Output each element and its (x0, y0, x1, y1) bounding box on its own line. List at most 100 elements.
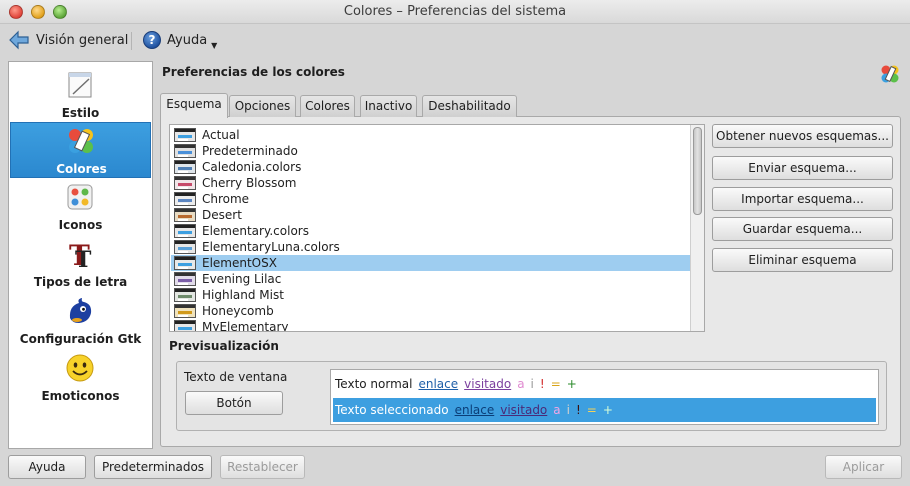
swatch-titlebar (175, 161, 195, 164)
tab-disabled[interactable]: Deshabilitado (422, 95, 517, 117)
scheme-name: Elementary.colors (202, 224, 309, 238)
scheme-name: Actual (202, 128, 240, 142)
list-item[interactable]: Chrome (171, 191, 692, 207)
swatch-titlebar (175, 273, 195, 276)
list-item[interactable]: Caledonia.colors (171, 159, 692, 175)
reset-button[interactable]: Restablecer (220, 455, 305, 479)
get-new-schemes-button[interactable]: Obtener nuevos esquemas... (712, 124, 893, 148)
icons-icon (67, 184, 93, 210)
preview-heading: Previsualización (169, 339, 279, 353)
sidebar-item-style[interactable]: Estilo (10, 67, 151, 123)
tab-colors[interactable]: Colores (300, 95, 355, 117)
scheme-list[interactable]: Actual Predeterminado Caledonia.colors C… (169, 124, 705, 332)
swatch-selection (178, 295, 192, 298)
window-text-sample: Texto de ventana (184, 370, 288, 384)
list-item[interactable]: Cherry Blossom (171, 175, 692, 191)
sidebar-item-icons[interactable]: Iconos (10, 179, 151, 235)
list-item[interactable]: Predeterminado (171, 143, 692, 159)
list-item[interactable]: ElementaryLuna.colors (171, 239, 692, 255)
scheme-name: Desert (202, 208, 242, 222)
swatch-selection (178, 311, 192, 314)
scheme-name: Evening Lilac (202, 272, 282, 286)
swatch-titlebar (175, 209, 195, 212)
swatch-titlebar (175, 305, 195, 308)
scheme-preview-swatch (174, 320, 196, 331)
scrollbar-thumb[interactable] (693, 127, 702, 215)
help-icon: ? (143, 31, 161, 49)
list-item[interactable]: Evening Lilac (171, 271, 692, 287)
scheme-list-scrollbar[interactable] (690, 125, 704, 331)
swatch-text (178, 171, 188, 173)
selected-marker-plus: + (602, 403, 613, 417)
list-item[interactable]: Elementary.colors (171, 223, 692, 239)
swatch-selection (178, 215, 192, 218)
swatch-selection (178, 151, 192, 154)
swatch-text (178, 219, 188, 221)
selected-text-sample: Texto seleccionado (335, 403, 449, 417)
preview-sample-button[interactable]: Botón (185, 391, 283, 415)
help-button[interactable]: Ayuda (8, 455, 86, 479)
sidebar-item-colors[interactable]: Colores (10, 122, 151, 178)
scheme-preview-swatch (174, 224, 196, 238)
defaults-button[interactable]: Predeterminados (94, 455, 212, 479)
sidebar-item-gtk[interactable]: Configuración Gtk (10, 293, 151, 349)
marker-a: a (517, 377, 525, 391)
apply-button[interactable]: Aplicar (825, 455, 902, 479)
swatch-titlebar (175, 257, 195, 260)
list-item[interactable]: Actual (171, 127, 692, 143)
swatch-titlebar (175, 321, 195, 324)
tab-scheme[interactable]: Esquema (160, 93, 228, 118)
list-item[interactable]: Highland Mist (171, 287, 692, 303)
sidebar-item-label: Configuración Gtk (19, 332, 142, 346)
swatch-selection (178, 263, 192, 266)
swatch-selection (178, 167, 192, 170)
sidebar-item-label: Emoticonos (41, 389, 120, 403)
import-scheme-button[interactable]: Importar esquema... (712, 187, 893, 211)
scheme-preview-swatch (174, 288, 196, 302)
list-item[interactable]: Honeycomb (171, 303, 692, 319)
scheme-preview-swatch (174, 208, 196, 222)
swatch-text (178, 203, 188, 205)
scheme-name: Cherry Blossom (202, 176, 297, 190)
help-label: Ayuda (167, 32, 208, 48)
scheme-name: ElementOSX (202, 256, 277, 270)
sidebar-item-emoticons[interactable]: Emoticonos (10, 350, 151, 406)
swatch-selection (178, 279, 192, 282)
swatch-titlebar (175, 129, 195, 132)
overview-label: Visión general (36, 32, 129, 48)
selected-marker-equals: = (586, 403, 597, 417)
swatch-selection (178, 183, 192, 186)
sidebar-item-fonts[interactable]: T T Tipos de letra (10, 236, 151, 292)
smiley-icon (66, 354, 94, 382)
overview-button[interactable]: Visión general (8, 28, 128, 52)
preview-normal-row: Texto normal enlace visitado a i ! = + (333, 372, 876, 396)
scheme-name: Chrome (202, 192, 250, 206)
selected-link-sample: enlace (454, 403, 495, 417)
list-item[interactable]: MyElementary (171, 319, 692, 331)
swatch-selection (178, 231, 192, 234)
help-menu-button[interactable]: ? Ayuda ▼ (143, 28, 217, 52)
marker-equals: = (550, 377, 561, 391)
selected-marker-a: a (553, 403, 561, 417)
list-item[interactable]: Desert (171, 207, 692, 223)
list-item-selected[interactable]: ElementOSX (171, 255, 692, 271)
swatch-selection (178, 135, 192, 138)
page-title: Preferencias de los colores (162, 65, 345, 79)
toolbar-separator (131, 32, 132, 50)
normal-text-sample: Texto normal (335, 377, 413, 391)
swatch-selection (178, 247, 192, 250)
visited-link-sample: visitado (464, 377, 512, 391)
tab-options[interactable]: Opciones (229, 95, 296, 117)
sidebar-item-label: Tipos de letra (33, 275, 128, 289)
remove-scheme-button[interactable]: Eliminar esquema (712, 248, 893, 272)
send-scheme-button[interactable]: Enviar esquema... (712, 156, 893, 180)
gtk-icon (69, 298, 92, 323)
tab-inactive[interactable]: Inactivo (360, 95, 417, 117)
swatch-titlebar (175, 241, 195, 244)
save-scheme-button[interactable]: Guardar esquema... (712, 217, 893, 241)
scheme-preview-swatch (174, 256, 196, 270)
swatch-selection (178, 327, 192, 330)
marker-exclaim: ! (539, 377, 545, 391)
swatch-text (178, 267, 188, 269)
colors-icon (69, 129, 93, 153)
